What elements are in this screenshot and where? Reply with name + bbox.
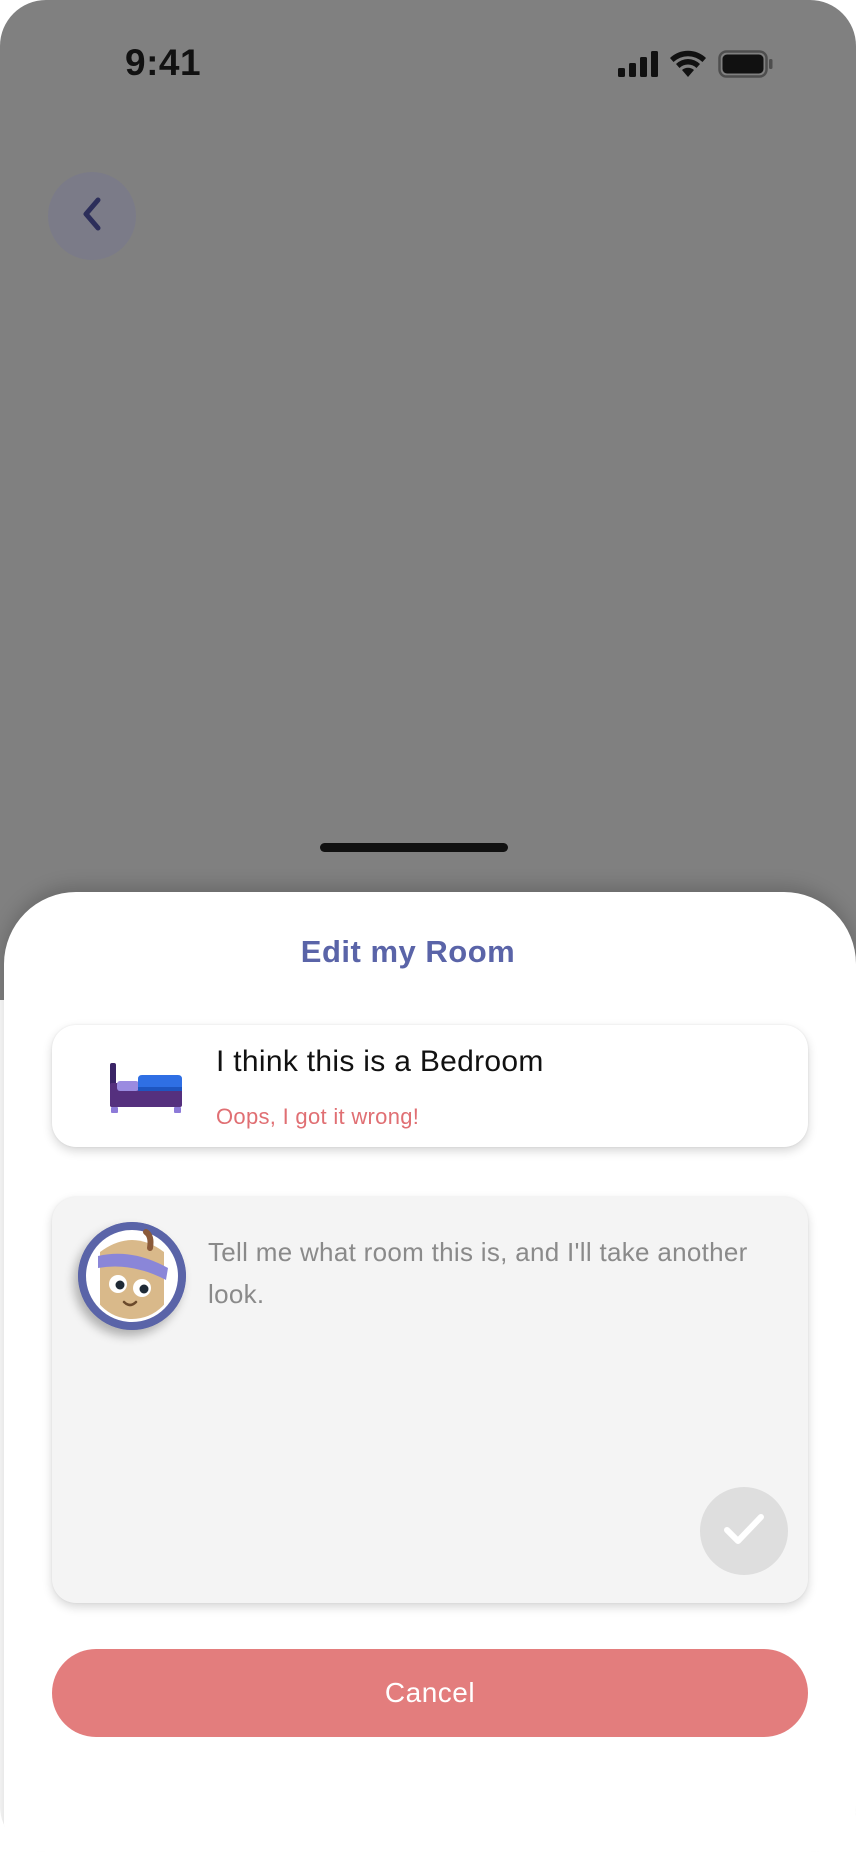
feedback-box bbox=[52, 1197, 808, 1603]
edit-room-sheet: Edit my Room I think this is a Bedroom O… bbox=[4, 892, 856, 1852]
cellular-signal-icon bbox=[618, 50, 658, 82]
bed-icon bbox=[108, 1063, 184, 1115]
mascot-avatar bbox=[78, 1222, 186, 1330]
cancel-button[interactable]: Cancel bbox=[52, 1649, 808, 1737]
screen: 9:41 Edit my Room I think this is a Bedr… bbox=[0, 0, 856, 1852]
submit-button[interactable] bbox=[700, 1487, 788, 1575]
wrong-room-link[interactable]: Oops, I got it wrong! bbox=[216, 1104, 419, 1130]
wifi-icon bbox=[670, 50, 706, 83]
status-time: 9:41 bbox=[125, 42, 202, 83]
status-bar: 9:41 bbox=[0, 0, 856, 120]
checkmark-icon bbox=[722, 1511, 766, 1552]
home-indicator bbox=[320, 843, 508, 852]
sheet-title: Edit my Room bbox=[300, 934, 516, 969]
detected-room-card: I think this is a Bedroom Oops, I got it… bbox=[52, 1025, 808, 1147]
status-icons bbox=[618, 49, 774, 83]
detected-room-text: I think this is a Bedroom bbox=[216, 1045, 544, 1078]
chevron-left-icon bbox=[78, 194, 106, 239]
battery-icon bbox=[718, 49, 774, 83]
room-feedback-input[interactable] bbox=[208, 1231, 768, 1531]
back-button[interactable] bbox=[48, 172, 136, 260]
